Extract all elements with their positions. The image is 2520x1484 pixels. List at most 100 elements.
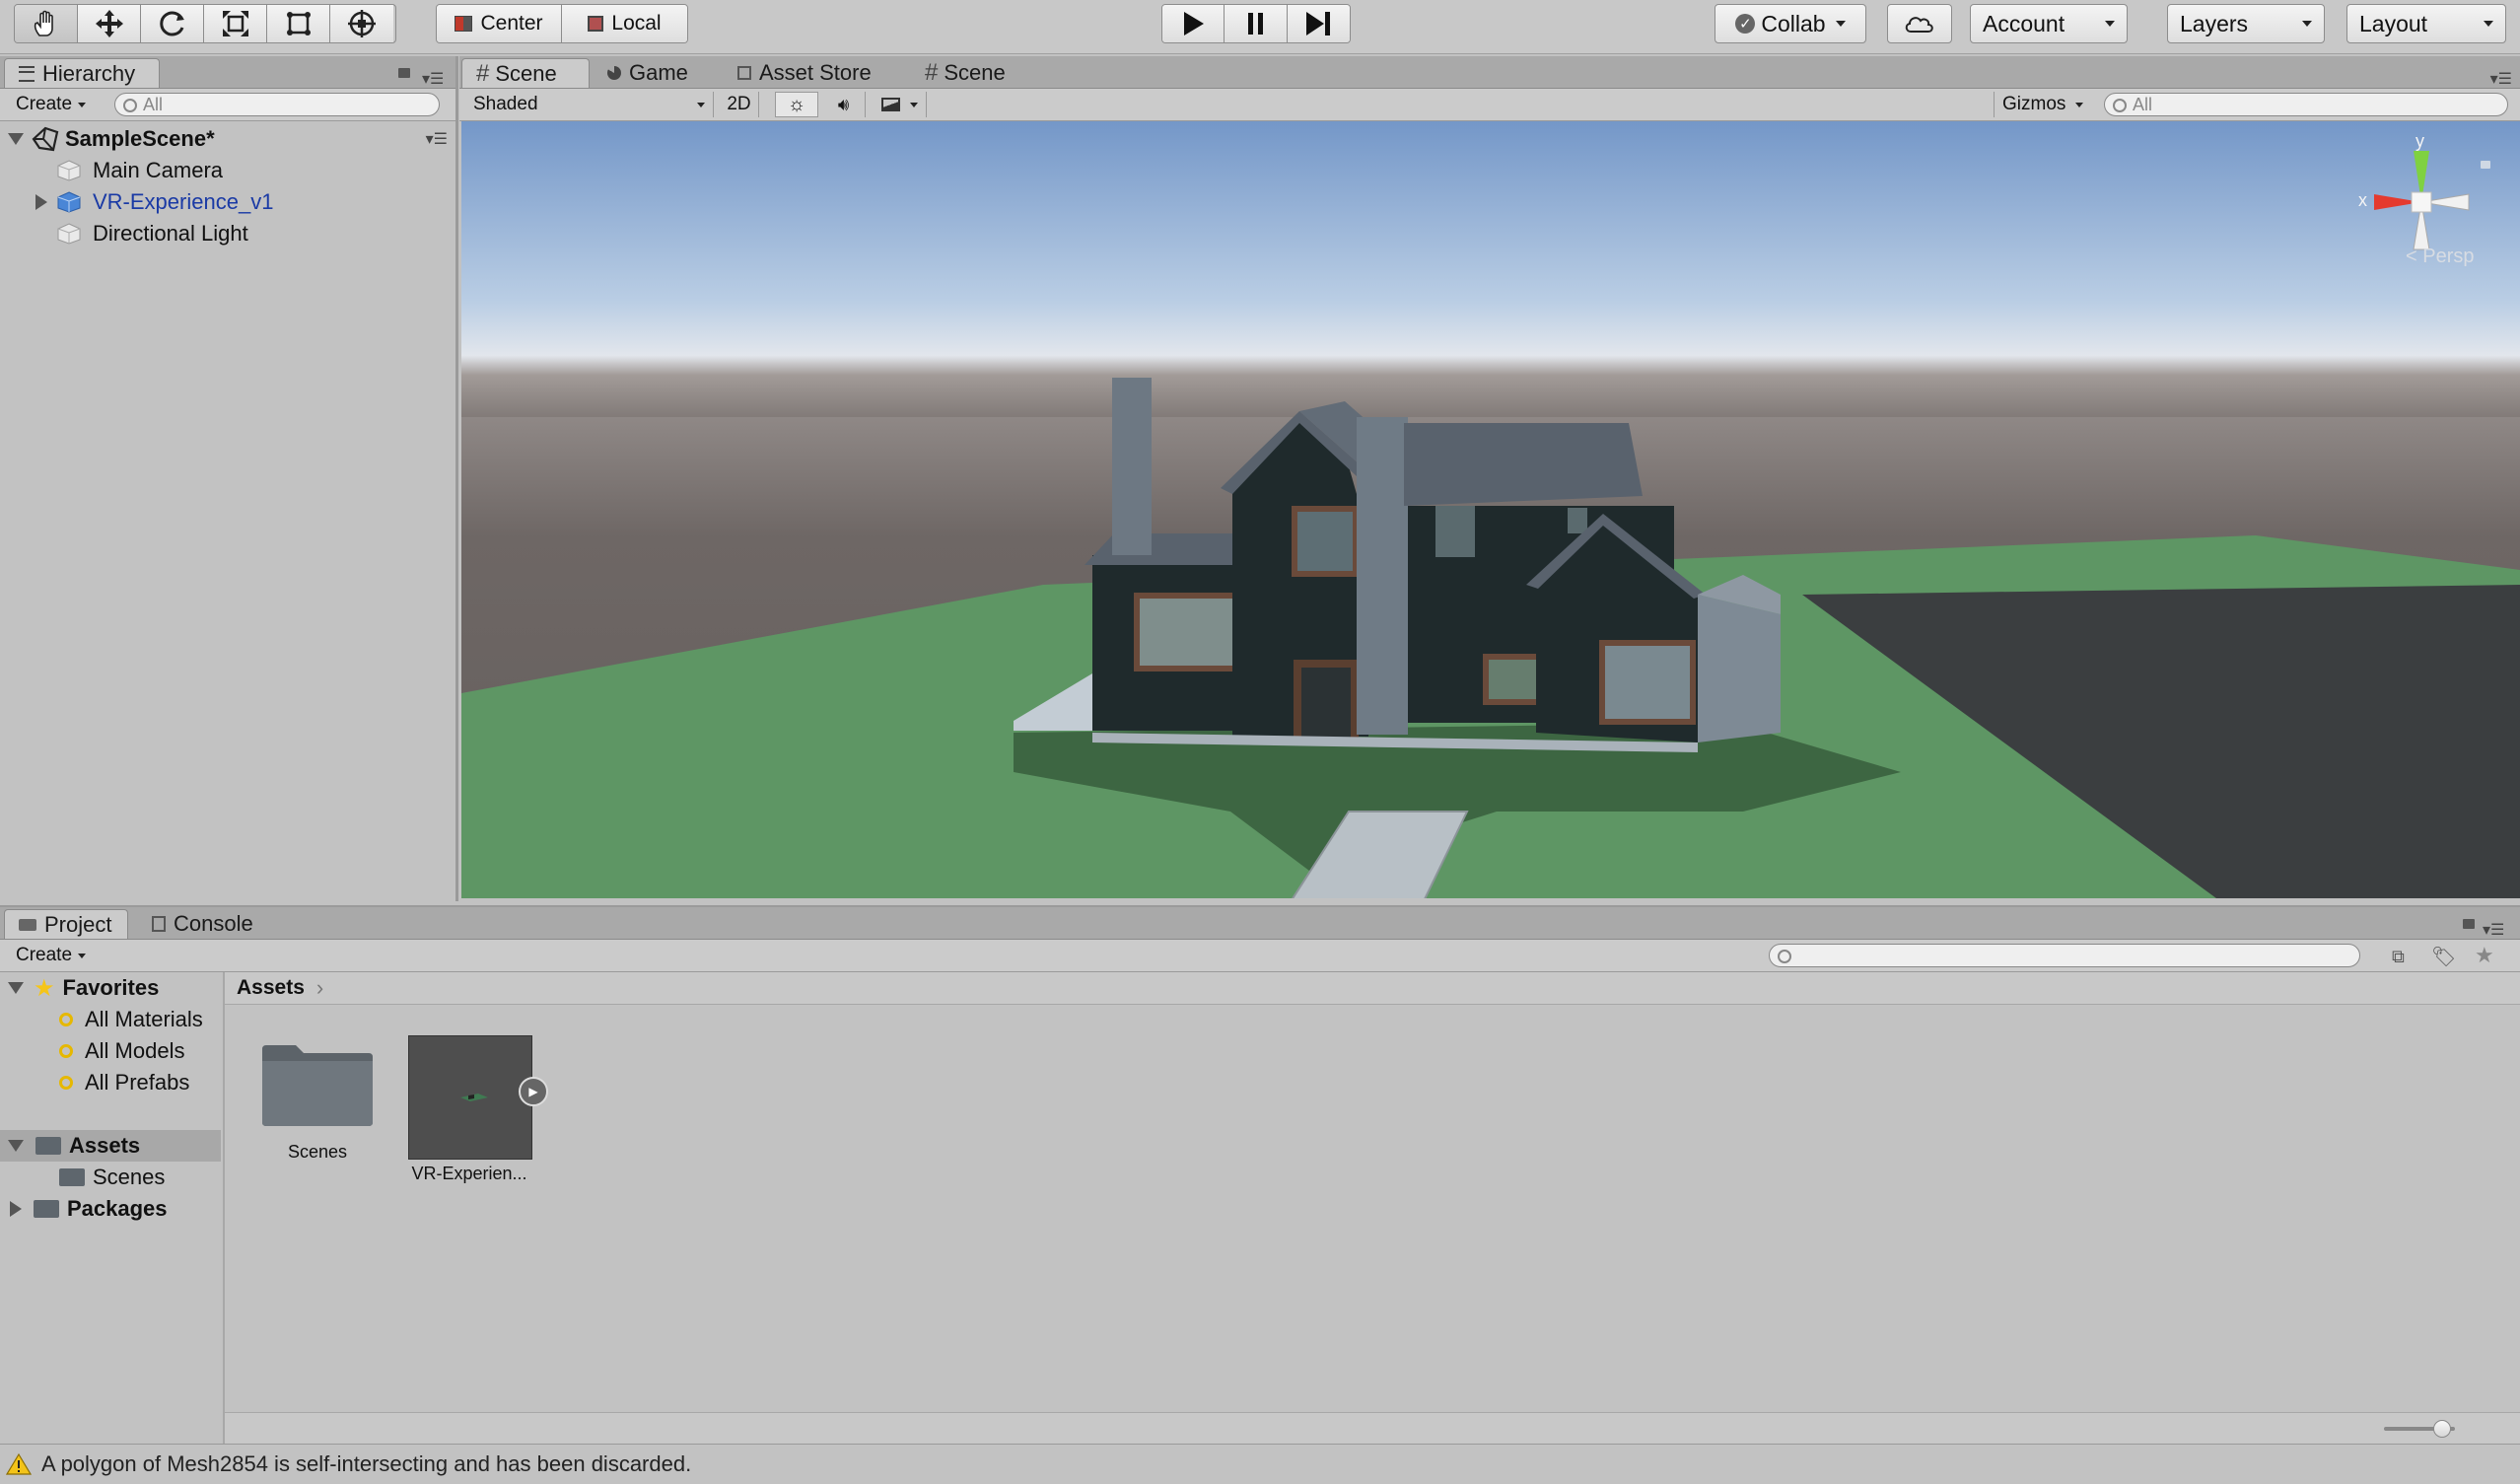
- packages-folder-row[interactable]: Packages: [0, 1193, 168, 1225]
- layout-label: Layout: [2359, 10, 2428, 36]
- hierarchy-item-vr-experience[interactable]: VR-Experience_v1: [0, 186, 273, 218]
- step-button[interactable]: [1287, 5, 1350, 42]
- tab-hierarchy[interactable]: Hierarchy: [4, 58, 160, 88]
- tab-project[interactable]: Project: [4, 909, 128, 939]
- persp-label: Persp: [2422, 246, 2475, 267]
- project-create-button[interactable]: Create: [8, 943, 94, 968]
- orientation-gizmo[interactable]: y x < Persp: [2354, 131, 2502, 299]
- rotate-tool-icon[interactable]: [141, 5, 204, 42]
- tab-console[interactable]: Console: [138, 909, 267, 939]
- account-dropdown[interactable]: Account: [1970, 4, 2128, 43]
- filter-by-type-icon[interactable]: ⧉: [2392, 947, 2412, 966]
- scene-viewport[interactable]: y x < Persp: [461, 121, 2520, 898]
- play-button[interactable]: [1162, 5, 1225, 42]
- favorite-item-label: All Models: [85, 1038, 185, 1063]
- hierarchy-item-directional-light[interactable]: Directional Light: [0, 218, 248, 249]
- pivot-center-button[interactable]: Center: [437, 5, 562, 42]
- project-subbar: Create ⧉ 🏷︎ ★: [0, 940, 2520, 972]
- scale-tool-icon[interactable]: [204, 5, 267, 42]
- tab-game-label: Game: [629, 60, 688, 85]
- hierarchy-create-button[interactable]: Create: [8, 92, 94, 117]
- filter-by-label-icon[interactable]: 🏷︎: [2431, 945, 2456, 969]
- speaker-icon: 🔊︎: [837, 94, 850, 114]
- collab-dropdown[interactable]: ✓ Collab: [1715, 4, 1866, 43]
- icon-size-slider-thumb[interactable]: [2433, 1420, 2451, 1438]
- gizmo-lock-icon[interactable]: [2481, 161, 2490, 169]
- account-label: Account: [1983, 10, 2065, 36]
- project-search-input[interactable]: [1769, 944, 2360, 967]
- favorite-item-label: All Prefabs: [85, 1070, 190, 1095]
- pivot-local-button[interactable]: Local: [562, 5, 687, 42]
- asset-item-scenes[interactable]: Scenes: [260, 1035, 375, 1164]
- effects-dropdown[interactable]: [874, 92, 927, 117]
- tab-project-label: Project: [44, 911, 112, 937]
- audio-toggle[interactable]: 🔊︎: [822, 92, 866, 117]
- breadcrumb-assets[interactable]: Assets: [237, 976, 305, 1000]
- move-tool-icon[interactable]: [78, 5, 141, 42]
- search-icon: [123, 99, 137, 112]
- expand-arrow-icon[interactable]: [8, 133, 24, 145]
- step-icon: [1306, 12, 1331, 35]
- project-create-label: Create: [16, 945, 73, 965]
- star-icon: ★: [34, 974, 55, 1002]
- tab-scene-2-label: Scene: [944, 60, 1006, 85]
- pause-button[interactable]: [1225, 5, 1288, 42]
- panel-menu-icon[interactable]: ▾☰: [422, 69, 444, 89]
- favorite-item-all-materials[interactable]: All Materials: [0, 1004, 203, 1035]
- hierarchy-panel: Hierarchy ▾☰ Create All SampleScene* ▾☰ …: [0, 56, 458, 901]
- favorites-row[interactable]: ★ Favorites: [0, 972, 159, 1004]
- hierarchy-search-input[interactable]: All: [114, 93, 440, 116]
- tab-asset-store[interactable]: Asset Store: [724, 58, 885, 88]
- gizmos-dropdown[interactable]: Gizmos: [1994, 92, 2088, 117]
- lock-icon[interactable]: [2463, 919, 2475, 929]
- lock-icon[interactable]: [398, 68, 410, 78]
- asset-grid: Scenes ▶ VR-Experien...: [225, 1004, 2520, 1333]
- layout-dropdown[interactable]: Layout: [2346, 4, 2506, 43]
- play-icon: [1184, 12, 1205, 35]
- shading-mode-dropdown[interactable]: Shaded: [465, 92, 714, 117]
- transform-tool-icon[interactable]: [330, 5, 393, 42]
- status-bar[interactable]: A polygon of Mesh2854 is self-intersecti…: [0, 1444, 2520, 1484]
- favorite-item-all-models[interactable]: All Models: [0, 1035, 184, 1067]
- assets-folder-row[interactable]: Assets: [0, 1130, 221, 1162]
- expand-arrow-icon[interactable]: [35, 194, 47, 210]
- tab-game[interactable]: Game: [594, 58, 702, 88]
- expand-arrow-icon[interactable]: [8, 1140, 24, 1152]
- scene-render: [461, 121, 2520, 898]
- hierarchy-item-main-camera[interactable]: Main Camera: [0, 155, 223, 186]
- folder-icon: [19, 918, 36, 931]
- asset-item-vr-experience[interactable]: ▶ VR-Experien...: [408, 1035, 548, 1183]
- projection-label[interactable]: < Persp: [2406, 246, 2475, 268]
- expand-arrow-icon[interactable]: [8, 982, 24, 994]
- sun-icon: ☼: [787, 93, 806, 115]
- cloud-button[interactable]: [1887, 4, 1952, 43]
- pivot-local-label: Local: [611, 12, 662, 35]
- scene-root-row[interactable]: SampleScene* ▾☰: [0, 123, 455, 155]
- panel-menu-icon[interactable]: ▾☰: [2483, 920, 2504, 940]
- tab-scene[interactable]: # Scene: [461, 58, 590, 88]
- lighting-toggle[interactable]: ☼: [775, 92, 818, 117]
- layers-dropdown[interactable]: Layers: [2167, 4, 2325, 43]
- gameobject-cube-icon: [57, 223, 81, 245]
- store-bag-icon: [737, 66, 751, 80]
- panel-menu-icon[interactable]: ▾☰: [2490, 69, 2512, 89]
- favorite-star-icon[interactable]: ★: [2475, 943, 2494, 968]
- expand-arrow-icon[interactable]: [10, 1201, 22, 1217]
- expand-prefab-icon[interactable]: ▶: [519, 1077, 548, 1106]
- mode-2d-toggle[interactable]: 2D: [720, 92, 759, 117]
- search-filter-icon: [59, 1076, 73, 1090]
- tab-scene-2[interactable]: # Scene: [911, 58, 1019, 88]
- favorite-item-all-prefabs[interactable]: All Prefabs: [0, 1067, 189, 1098]
- grid-hash-icon: #: [925, 59, 939, 86]
- scene-search-input[interactable]: All: [2104, 93, 2508, 116]
- project-tree: ★ Favorites All Materials All Models All…: [0, 972, 225, 1444]
- folder-icon: [35, 1137, 61, 1155]
- hand-tool-icon[interactable]: [15, 5, 78, 42]
- hierarchy-item-label: Directional Light: [93, 221, 248, 246]
- rect-tool-icon[interactable]: [267, 5, 330, 42]
- folder-icon: [34, 1200, 59, 1218]
- assets-child-scenes[interactable]: Scenes: [0, 1162, 165, 1193]
- tab-console-label: Console: [174, 911, 253, 936]
- assets-label: Assets: [69, 1133, 141, 1158]
- scene-options-icon[interactable]: ▾☰: [426, 129, 448, 149]
